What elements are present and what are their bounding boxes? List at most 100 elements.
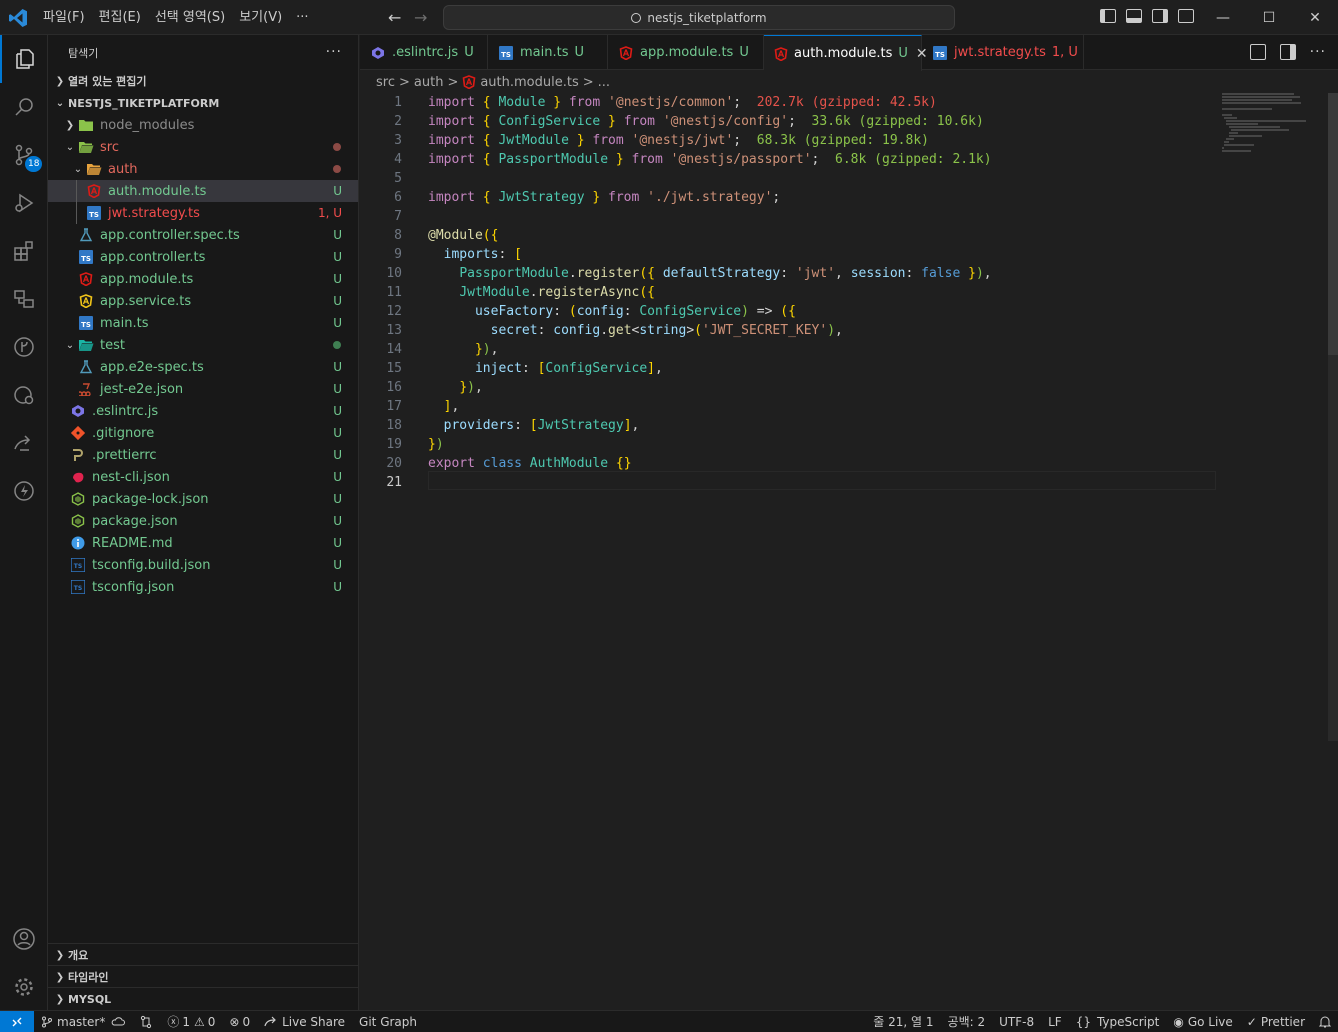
maximize-button[interactable]: ☐ [1246,0,1292,35]
menu-selection[interactable]: 선택 영역(S) [148,0,232,35]
tree-file[interactable]: TS jwt.strategy.ts 1, U [48,202,358,224]
language-mode[interactable]: {} TypeScript [1069,1015,1167,1029]
tree-file[interactable]: app.module.ts U [48,268,358,290]
remote-indicator[interactable] [0,1010,34,1032]
tree-file[interactable]: app.controller.spec.ts U [48,224,358,246]
git-status-badge: U [333,316,342,330]
ports-count: 0 [242,1014,251,1029]
git-graph-status[interactable]: Git Graph [352,1015,424,1029]
tree-file[interactable]: package.json U [48,510,358,532]
tree-file[interactable]: auth.module.ts U [48,180,358,202]
tree-file[interactable]: package-lock.json U [48,488,358,510]
test-flask-icon [78,227,94,243]
accounts-activity[interactable] [0,915,48,963]
open-editors-section[interactable]: ❯ 열려 있는 편집기 [48,70,358,92]
docker-activity[interactable] [0,371,48,419]
code-text: import { JwtModule } from '@nestjs/jwt';… [428,133,929,148]
nodejs-icon [70,513,86,529]
breadcrumb-separator: > [398,74,410,90]
timeline-label: 타임라인 [68,971,109,984]
toggle-primary-sidebar-icon[interactable] [1100,9,1116,23]
live-share-activity[interactable] [0,419,48,467]
encoding[interactable]: UTF-8 [992,1015,1041,1029]
forward-arrow-icon[interactable]: → [414,8,427,27]
tree-file[interactable]: TS main.ts U [48,312,358,334]
timeline-section[interactable]: ❯ 타임라인 [48,965,359,988]
tree-file[interactable]: README.md U [48,532,358,554]
tree-file[interactable]: TS tsconfig.json U [48,576,358,598]
toggle-secondary-sidebar-icon[interactable] [1152,9,1168,23]
cursor-position[interactable]: 줄 21, 열 1 [866,1013,940,1030]
ports-status[interactable]: ⊗ 0 [222,1015,257,1029]
tree-folder[interactable]: ⌄ auth [48,158,358,180]
minimap-line [1222,96,1301,98]
files-icon [16,49,34,69]
more-actions-icon[interactable]: ··· [1310,44,1326,60]
toggle-panel-icon[interactable] [1126,9,1142,23]
open-changes-icon[interactable] [1249,44,1266,60]
editor-tab[interactable]: app.module.ts U [608,35,764,70]
vertical-scrollbar[interactable] [1328,93,1338,741]
extensions-activity[interactable] [0,227,48,275]
command-center-search[interactable]: nestjs_tiketplatform [443,5,955,30]
typescript-icon: TS [86,205,102,221]
source-control-badge: 18 [25,156,43,172]
prettier-status[interactable]: ✓ Prettier [1240,1015,1312,1029]
indentation[interactable]: 공백: 2 [941,1013,993,1030]
tree-file[interactable]: .gitignore U [48,422,358,444]
publish-status[interactable] [132,1015,160,1029]
notifications-status[interactable] [1312,1015,1338,1028]
menu-more[interactable]: ··· [289,0,315,35]
search-activity[interactable] [0,83,48,131]
editor-tab[interactable]: .eslintrc.js U [360,35,488,70]
breadcrumb-symbols[interactable]: ... [598,75,610,90]
menu-file[interactable]: 파일(F) [36,0,92,35]
go-live-status[interactable]: ◉ Go Live [1166,1015,1239,1029]
mysql-section[interactable]: ❯ MYSQL [48,987,359,1010]
tree-file[interactable]: .prettierrc U [48,444,358,466]
breadcrumb-src[interactable]: src [376,75,395,90]
branch-status[interactable]: master* [34,1015,132,1029]
tree-file[interactable]: TS app.controller.ts U [48,246,358,268]
code-editor[interactable]: 1 import { Module } from '@nestjs/common'… [360,93,1338,1010]
problems-status[interactable]: ⓧ 1 ⚠ 0 [160,1013,222,1030]
editor-tab[interactable]: TS main.ts U [488,35,608,70]
breadcrumb-file[interactable]: auth.module.ts [480,75,578,90]
line-number: 2 [394,114,402,129]
tree-file[interactable]: nest-cli.json U [48,466,358,488]
explorer-activity[interactable] [0,35,48,83]
editor-tab[interactable]: TS jwt.strategy.ts 1, U [922,35,1084,70]
tree-file[interactable]: TS tsconfig.build.json U [48,554,358,576]
menu-edit[interactable]: 편집(E) [92,0,148,35]
tree-file[interactable]: jest-e2e.json U [48,378,358,400]
close-window-button[interactable]: ✕ [1292,0,1338,35]
breadcrumb-auth[interactable]: auth [414,75,444,90]
back-arrow-icon[interactable]: ← [388,8,401,27]
manage-activity[interactable] [0,963,48,1011]
end-of-line[interactable]: LF [1041,1015,1069,1029]
project-section[interactable]: ⌄ NESTJS_TIKETPLATFORM [48,92,358,114]
split-editor-icon[interactable] [1279,44,1296,60]
thunder-client-activity[interactable] [0,467,48,515]
tree-folder[interactable]: ❯ node_modules [48,114,358,136]
tree-file[interactable]: app.e2e-spec.ts U [48,356,358,378]
run-debug-activity[interactable] [0,179,48,227]
tree-item-label: package-lock.json [92,491,209,507]
git-graph-activity[interactable] [0,323,48,371]
source-control-activity[interactable]: 18 [0,131,48,179]
tree-file[interactable]: .eslintrc.js U [48,400,358,422]
live-share-status[interactable]: Live Share [257,1015,352,1029]
tree-folder[interactable]: ⌄ src [48,136,358,158]
minimize-button[interactable]: — [1200,0,1246,35]
tree-file[interactable]: app.service.ts U [48,290,358,312]
outline-section[interactable]: ❯ 개요 [48,943,359,966]
tree-folder[interactable]: ⌄ test [48,334,358,356]
menu-view[interactable]: 보기(V) [232,0,289,35]
minimap[interactable] [1222,93,1322,153]
customize-layout-icon[interactable] [1178,9,1194,23]
more-actions-icon[interactable]: ··· [326,44,342,60]
remote-explorer-activity[interactable] [0,275,48,323]
code-text: secret: config.get<string>('JWT_SECRET_K… [490,323,843,338]
scrollbar-thumb[interactable] [1328,93,1338,355]
editor-tab[interactable]: auth.module.ts U ✕ [764,35,928,71]
